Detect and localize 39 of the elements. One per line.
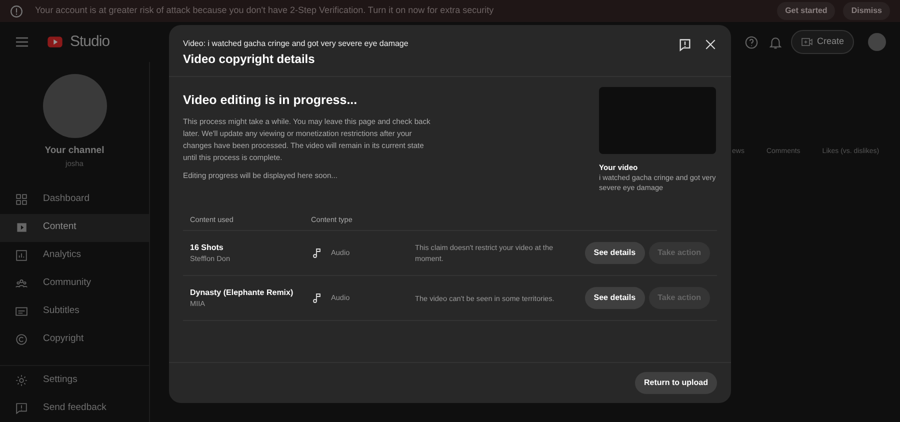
dashboard-icon bbox=[15, 193, 28, 206]
copyright-icon bbox=[15, 333, 28, 346]
close-icon[interactable] bbox=[704, 38, 717, 51]
track-title: Dynasty (Elephante Remix) bbox=[190, 286, 294, 299]
action-button[interactable]: See details bbox=[584, 242, 645, 264]
dialog-title: Video copyright details bbox=[183, 51, 316, 68]
sidebar-item[interactable]: Send feedback bbox=[0, 394, 149, 422]
chart-icon bbox=[15, 249, 28, 262]
account-avatar[interactable] bbox=[868, 33, 886, 51]
music-note-icon bbox=[311, 292, 323, 304]
help-icon[interactable] bbox=[744, 34, 759, 50]
people-icon bbox=[15, 277, 28, 290]
video-plus-icon bbox=[800, 36, 813, 48]
sidebar-item[interactable]: Analytics bbox=[0, 242, 149, 270]
action-button[interactable]: See details bbox=[584, 287, 645, 310]
video-subtitle: Video: i watched gacha cringe and got very severe eye damage bbox=[183, 38, 410, 50]
banner-message: Your account is at greater risk of attack because you don't have 2-Step Verification. Turn it on now for extra security bbox=[35, 4, 495, 18]
banner-button[interactable]: Get started bbox=[777, 2, 836, 20]
sidebar-item[interactable]: Community bbox=[0, 270, 149, 298]
feedback-icon bbox=[15, 402, 28, 414]
return-button[interactable]: Return to upload bbox=[635, 372, 717, 394]
sidebar-item[interactable]: Copyright bbox=[0, 326, 149, 354]
feedback-icon[interactable] bbox=[678, 38, 692, 52]
sidebar-item[interactable]: Settings bbox=[0, 366, 149, 394]
bell-icon[interactable] bbox=[768, 34, 783, 50]
music-note-icon bbox=[311, 247, 323, 260]
sidebar-item[interactable]: Content bbox=[0, 214, 149, 242]
sidebar-item[interactable]: Dashboard bbox=[0, 186, 149, 214]
track-title: 16 Shots bbox=[190, 242, 224, 254]
video-icon bbox=[15, 221, 28, 234]
channel-label: Your channel bbox=[44, 144, 106, 158]
create-button[interactable]: Create bbox=[790, 30, 854, 54]
settings-icon bbox=[15, 374, 28, 386]
progress-heading: Video editing is in progress... bbox=[183, 92, 358, 109]
subtitles-icon bbox=[15, 305, 28, 318]
warning-icon bbox=[10, 4, 23, 18]
studio-logo-text: Studio bbox=[70, 32, 110, 52]
sidebar-item[interactable]: Subtitles bbox=[0, 298, 149, 326]
banner-button[interactable]: Dismiss bbox=[843, 2, 890, 20]
